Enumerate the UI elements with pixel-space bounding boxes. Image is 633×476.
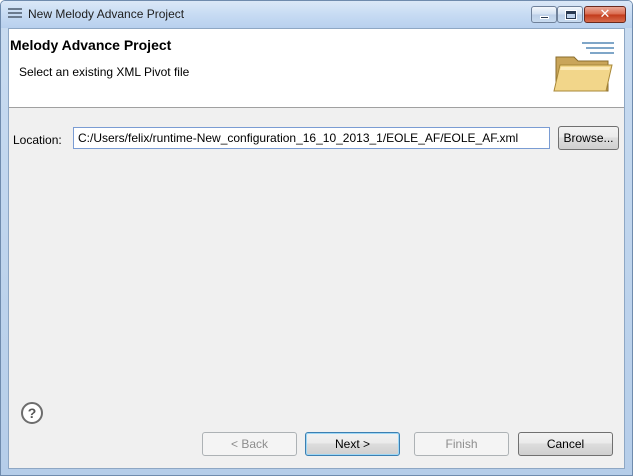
- dialog-client-area: Melody Advance Project Select an existin…: [8, 28, 625, 469]
- folder-icon: [553, 42, 614, 92]
- maximize-button[interactable]: [557, 6, 583, 23]
- close-button[interactable]: ✕: [584, 6, 626, 23]
- help-button[interactable]: ?: [21, 402, 43, 424]
- next-button[interactable]: Next >: [305, 432, 400, 456]
- title-bar[interactable]: New Melody Advance Project ✕: [1, 1, 632, 28]
- dialog-window: New Melody Advance Project ✕ Melody Adva…: [0, 0, 633, 476]
- page-description: Select an existing XML Pivot file: [19, 65, 190, 79]
- maximize-icon: [565, 10, 577, 20]
- location-input[interactable]: [73, 127, 550, 149]
- wizard-banner: Melody Advance Project Select an existin…: [9, 29, 624, 108]
- minimize-button[interactable]: [531, 6, 557, 23]
- finish-button[interactable]: Finish: [414, 432, 509, 456]
- location-row: Location: Browse...: [9, 125, 624, 155]
- window-title: New Melody Advance Project: [28, 7, 185, 21]
- browse-button[interactable]: Browse...: [558, 126, 619, 150]
- back-button[interactable]: < Back: [202, 432, 297, 456]
- page-title: Melody Advance Project: [10, 37, 172, 53]
- app-menu-icon[interactable]: [8, 8, 22, 21]
- location-label: Location:: [13, 133, 62, 147]
- minimize-icon: [540, 16, 549, 19]
- cancel-button[interactable]: Cancel: [518, 432, 613, 456]
- close-icon: ✕: [599, 7, 611, 22]
